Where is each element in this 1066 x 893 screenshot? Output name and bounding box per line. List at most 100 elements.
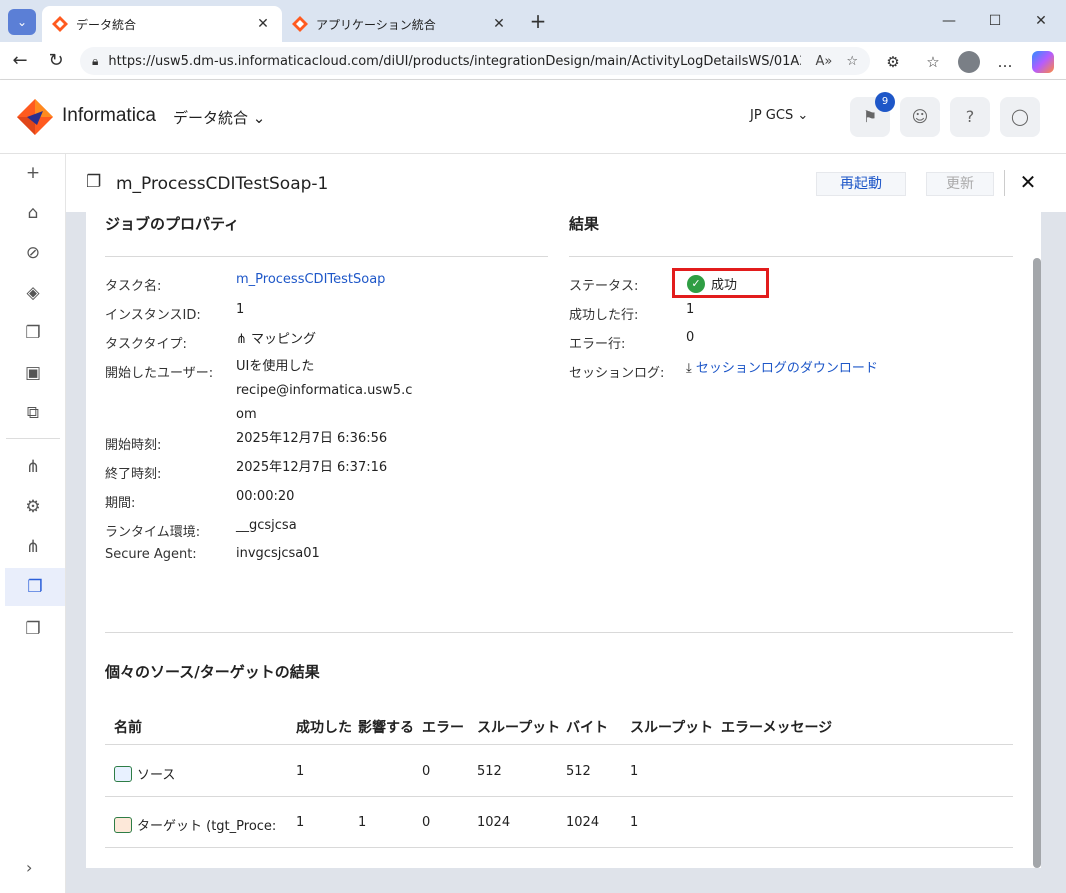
browser-tab-active[interactable]: データ統合 ✕ <box>42 6 282 42</box>
scan-frame-icon[interactable]: ▣ <box>20 360 46 386</box>
chat-icon[interactable]: ◯ <box>1000 97 1040 137</box>
tab-close-icon[interactable]: ✕ <box>490 16 508 32</box>
section-divider <box>105 632 1013 633</box>
documents-icon[interactable]: ❐ <box>20 320 46 346</box>
activity-log-icon[interactable]: ❐ <box>5 568 65 606</box>
product-switcher[interactable]: データ統合 ⌄ <box>173 107 265 128</box>
table-row-source-name: ソース <box>114 764 175 783</box>
results-title: 結果 <box>569 215 600 233</box>
cell-success: 1 <box>296 764 305 779</box>
download-icon: ⤓ <box>686 361 696 376</box>
mapping-icon[interactable]: ⋔ <box>20 454 46 480</box>
row-divider <box>105 847 1013 848</box>
end-time-label: 終了時刻: <box>105 467 162 482</box>
status-text: 成功 <box>711 278 738 293</box>
job-properties-divider <box>105 256 548 257</box>
session-log-label: セッションログ: <box>569 366 665 381</box>
home-icon[interactable]: ⌂ <box>20 200 46 226</box>
col-header-name[interactable]: 名前 <box>114 717 142 737</box>
started-by-line-3: om <box>236 407 257 422</box>
runtime-settings-icon[interactable]: ⚙ <box>20 494 46 520</box>
secure-agent-value: invgcsjcsa01 <box>236 546 320 561</box>
close-icon[interactable]: ✕ <box>1016 170 1040 194</box>
cell-bytes: 1024 <box>566 815 600 830</box>
user-profile-icon[interactable]: ☺ <box>900 97 940 137</box>
informatica-logo-icon[interactable] <box>17 99 53 135</box>
explore-compass-icon[interactable]: ⊘ <box>20 240 46 266</box>
col-header-bytes[interactable]: バイト <box>566 717 608 737</box>
org-switcher[interactable]: JP GCS ⌄ <box>750 108 808 123</box>
error-rows-value: 0 <box>686 330 695 345</box>
url-field[interactable]: 🔒︎ https://usw5.dm-us.informaticacloud.c… <box>80 47 870 75</box>
read-aloud-icon[interactable]: A» <box>815 54 832 69</box>
task-name-link[interactable]: m_ProcessCDITestSoap <box>236 268 385 292</box>
reload-icon[interactable]: ↻ <box>44 49 68 73</box>
informatica-favicon-icon <box>292 16 308 32</box>
session-log-download-link[interactable]: ⤓ セッションログのダウンロード <box>686 357 878 381</box>
favorite-star-icon[interactable]: ☆ <box>846 54 858 69</box>
col-header-errors[interactable]: エラー <box>422 717 464 737</box>
col-header-error-message[interactable]: エラーメッセージ <box>721 717 832 737</box>
individual-results-title: 個々のソース/ターゲットの結果 <box>105 663 320 681</box>
restart-button[interactable]: 再起動 <box>816 172 906 196</box>
success-rows-label: 成功した行: <box>569 308 639 323</box>
help-icon[interactable]: ? <box>950 97 990 137</box>
more-icon[interactable]: … <box>994 51 1016 73</box>
org-name: JP GCS <box>750 108 794 123</box>
cell-affected: 1 <box>358 815 367 830</box>
task-type-text: マッピング <box>251 332 317 347</box>
minimize-icon[interactable]: — <box>926 8 972 34</box>
cell-throughput2: 1 <box>630 815 639 830</box>
cell-throughput2: 1 <box>630 764 639 779</box>
window-close-icon[interactable]: ✕ <box>1018 8 1064 34</box>
expand-nav-icon[interactable]: › <box>26 858 32 877</box>
brand-name: Informatica <box>62 105 156 126</box>
error-rows-label: エラー行: <box>569 337 626 352</box>
new-asset-icon[interactable]: + <box>20 160 46 186</box>
maximize-icon[interactable]: ☐ <box>972 8 1018 34</box>
task-type-value: ⋔ マッピング <box>236 328 316 352</box>
product-name: データ統合 <box>173 109 249 127</box>
start-time-value: 2025年12月7日 6:36:56 <box>236 431 388 446</box>
bundle-icon[interactable]: ⧉ <box>20 400 46 426</box>
header-separator <box>1004 170 1005 196</box>
success-check-icon: ✓ <box>687 274 705 293</box>
secure-agent-label: Secure Agent: <box>105 547 197 562</box>
col-header-affected[interactable]: 影響する <box>358 717 414 737</box>
refresh-button[interactable]: 更新 <box>926 172 994 196</box>
lock-icon: 🔒︎ <box>92 53 99 68</box>
tab-actions-icon[interactable]: ⌄ <box>8 9 36 35</box>
chevron-down-icon: ⌄ <box>797 108 809 123</box>
started-by-label: 開始したユーザー: <box>105 366 214 381</box>
extensions-icon[interactable]: ⚙ <box>882 51 904 73</box>
log-documents-icon[interactable]: ❐ <box>20 616 46 642</box>
source-icon <box>114 766 132 782</box>
layers-icon[interactable]: ◈ <box>20 280 46 306</box>
app-header: Informatica データ統合 ⌄ JP GCS ⌄ ⚑ ☺ ? ◯ <box>0 80 1066 154</box>
favorites-icon[interactable]: ☆ <box>922 51 944 73</box>
new-tab-icon[interactable]: + <box>526 10 550 34</box>
back-icon[interactable]: ← <box>8 49 32 73</box>
url-text: https://usw5.dm-us.informaticacloud.com/… <box>108 53 802 69</box>
results-divider <box>569 256 1013 257</box>
tab-title: データ統合 <box>76 17 137 32</box>
session-log-link-text: セッションログのダウンロード <box>695 361 878 376</box>
status-value: ✓ 成功 <box>687 274 737 293</box>
tab-close-icon[interactable]: ✕ <box>254 16 272 32</box>
profile-avatar[interactable] <box>958 51 980 73</box>
source-name-text: ソース <box>137 768 176 783</box>
col-header-throughput2[interactable]: スループット <box>630 717 713 737</box>
informatica-favicon-icon <box>52 16 68 32</box>
col-header-success[interactable]: 成功した <box>296 717 352 737</box>
scrollbar[interactable] <box>1033 258 1041 868</box>
duration-label: 期間: <box>105 496 136 511</box>
browser-tab-inactive[interactable]: アプリケーション統合 ✕ <box>282 6 518 42</box>
runtime-env-value: __gcsjcsa <box>236 518 297 533</box>
cell-bytes: 512 <box>566 764 591 779</box>
col-header-throughput[interactable]: スループット <box>477 717 560 737</box>
browser-tab-bar: ⌄ データ統合 ✕ アプリケーション統合 ✕ + — ☐ ✕ <box>0 0 1066 42</box>
copilot-icon[interactable] <box>1032 51 1054 73</box>
cell-errors: 0 <box>422 815 431 830</box>
flow-icon[interactable]: ⋔ <box>20 534 46 560</box>
chevron-down-icon: ⌄ <box>252 109 266 127</box>
